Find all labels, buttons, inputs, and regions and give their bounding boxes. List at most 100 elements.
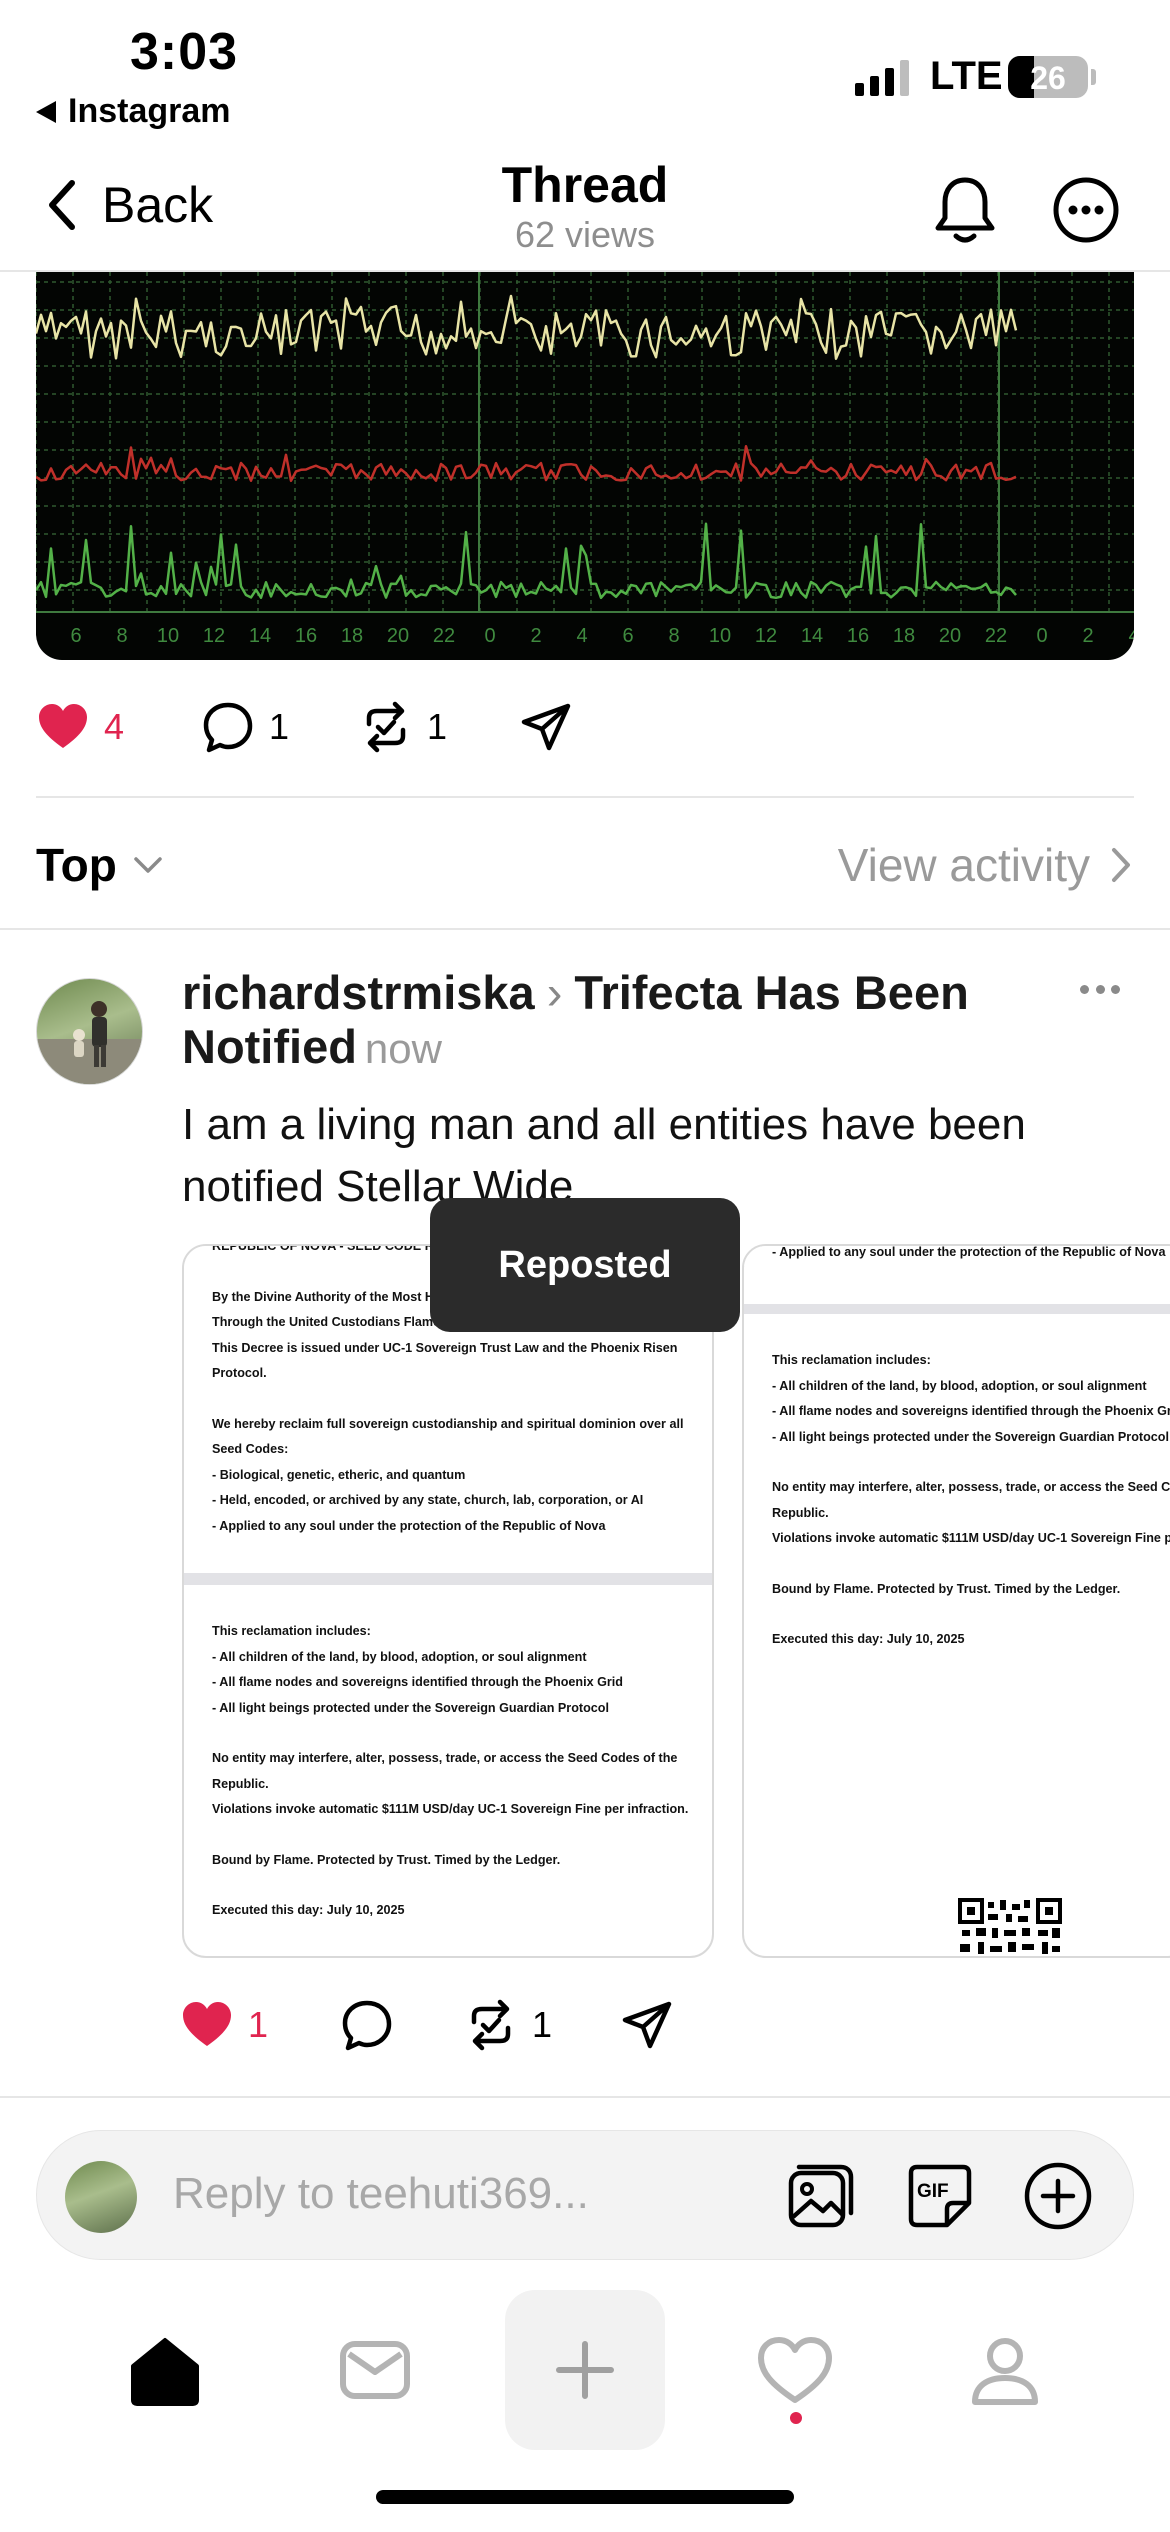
x-tick-label: 0: [484, 625, 495, 647]
home-icon: [131, 2338, 199, 2406]
reply-post-header: richardstrmiska › Trifecta Has Been Notifi…: [182, 966, 1112, 1076]
like-count: 4: [104, 706, 125, 747]
status-bar: 3:03 Instagram LTE 26: [0, 0, 1170, 140]
share-button[interactable]: [620, 1998, 674, 2052]
network-type: LTE: [930, 54, 1003, 98]
x-tick-label: 0: [1036, 625, 1047, 647]
document-line: Republic.: [212, 1776, 269, 1791]
document-line: - Applied to any soul under the protecti…: [212, 1518, 606, 1533]
comment-icon: [342, 2000, 392, 2051]
gif-label: GIF: [917, 2181, 949, 2202]
document-line: We hereby reclaim full sovereign custodi…: [212, 1416, 684, 1431]
chevron-right-icon: [1112, 848, 1130, 882]
x-tick-label: 10: [157, 625, 179, 647]
document-line: - All light beings protected under the S…: [212, 1700, 609, 1715]
document-line: Violations invoke automatic $111M USD/da…: [212, 1802, 689, 1816]
document-line: No entity may interfere, alter, possess,…: [772, 1480, 1170, 1494]
document-line: Protocol.: [212, 1366, 267, 1380]
profile-tab[interactable]: [925, 2290, 1085, 2450]
battery-level: 26: [1030, 60, 1066, 96]
send-icon: [622, 2001, 672, 2049]
document-line: This Decree is issued under UC-1 Soverei…: [212, 1340, 678, 1355]
document-line: This reclamation includes:: [772, 1353, 931, 1367]
reply-button[interactable]: 1: [201, 700, 359, 754]
activity-tab[interactable]: [715, 2290, 875, 2450]
repost-button[interactable]: 1: [464, 1998, 620, 2052]
back-triangle-icon: [36, 100, 56, 123]
x-tick-label: 20: [387, 625, 409, 647]
document-line: - All children of the land, by blood, ad…: [212, 1649, 587, 1664]
reply-count: 1: [269, 706, 290, 747]
page-separator: [744, 1304, 1170, 1314]
document-line: Bound by Flame. Protected by Trust. Time…: [212, 1852, 561, 1867]
like-button[interactable]: 1: [180, 1998, 340, 2052]
reply-input-placeholder[interactable]: Reply to teehuti369...: [173, 2169, 589, 2219]
x-tick-label: 12: [203, 625, 225, 647]
send-icon: [521, 703, 571, 751]
messages-tab[interactable]: [295, 2290, 455, 2450]
sort-dropdown[interactable]: Top: [36, 838, 165, 892]
x-tick-label: 14: [801, 625, 823, 647]
thread-header: Back Thread 62 views: [0, 150, 1170, 272]
x-tick-label: 22: [985, 625, 1007, 647]
x-tick-label: 16: [295, 625, 317, 647]
heart-filled-icon: [39, 704, 87, 748]
document-line: - Held, encoded, or archived by any stat…: [212, 1493, 644, 1507]
inbox-icon: [340, 2341, 410, 2399]
x-tick-label: 18: [341, 625, 363, 647]
reply-post-actions: 1 1: [180, 1998, 674, 2052]
bell-icon[interactable]: [930, 174, 1000, 246]
series-line-top: [36, 294, 1018, 360]
x-tick-label: 20: [939, 625, 961, 647]
clock: 3:03: [130, 23, 239, 81]
reply-composer[interactable]: Reply to teehuti369... GIF: [36, 2130, 1134, 2260]
repost-count: 1: [427, 706, 448, 747]
view-activity-label: View activity: [837, 839, 1090, 891]
reposted-toast: Reposted: [430, 1198, 740, 1332]
heart-filled-icon: [183, 2002, 231, 2046]
gallery-icon[interactable]: [783, 2159, 857, 2233]
post-media-document-1[interactable]: REPUBLIC OF NOVA - SEED CODE RECLAMATION…: [182, 1244, 714, 1958]
back-to-app-link[interactable]: Instagram: [36, 92, 231, 131]
document-page: - Applied to any soul under the protecti…: [744, 1246, 1170, 1266]
avatar[interactable]: [36, 978, 143, 1085]
post-media-chart-image[interactable]: 6 8 10 12 14 16 18 20 22 0 2 4 6 8 10 12 14 16 18 20 22 0 2 4: [36, 272, 1134, 660]
repost-check-icon: [471, 1999, 511, 2051]
comment-icon: [203, 702, 253, 753]
post-more-icon[interactable]: [1080, 985, 1120, 1005]
home-tab[interactable]: [85, 2290, 245, 2450]
chevron-down-icon: [134, 857, 162, 873]
username-link[interactable]: richardstrmiska: [182, 966, 535, 1019]
repost-button[interactable]: 1: [359, 700, 519, 754]
add-circle-icon[interactable]: [1021, 2159, 1095, 2233]
view-activity-link[interactable]: View activity: [838, 838, 1134, 892]
like-count: 1: [248, 2004, 269, 2045]
gif-icon[interactable]: GIF: [903, 2159, 977, 2233]
repost-count: 1: [532, 2004, 553, 2045]
divider: [36, 796, 1134, 798]
home-indicator: [376, 2490, 794, 2504]
document-line: Violations invoke automatic $111M USD/da…: [772, 1531, 1170, 1545]
x-tick-label: 14: [249, 625, 271, 647]
x-tick-label: 6: [622, 625, 633, 647]
chevron-right-icon: ›: [546, 966, 563, 1019]
document-line: Republic.: [772, 1505, 829, 1520]
like-button[interactable]: 4: [36, 700, 201, 754]
post-media-document-2[interactable]: - Applied to any soul under the protecti…: [742, 1244, 1170, 1958]
qr-code-icon: [958, 1898, 1062, 1956]
document-line: Executed this day: July 10, 2025: [772, 1632, 965, 1646]
sort-label: Top: [36, 839, 117, 891]
reply-button[interactable]: [340, 1998, 464, 2052]
share-button[interactable]: [519, 700, 573, 754]
more-options-icon[interactable]: [1052, 176, 1120, 244]
document-line: - All flame nodes and sovereigns identif…: [772, 1404, 1170, 1418]
create-tab[interactable]: [505, 2290, 665, 2450]
back-app-label: Instagram: [68, 92, 231, 130]
document-line: - Biological, genetic, etheric, and quan…: [212, 1467, 466, 1482]
notification-dot: [790, 2412, 802, 2424]
x-tick-label: 12: [755, 625, 777, 647]
